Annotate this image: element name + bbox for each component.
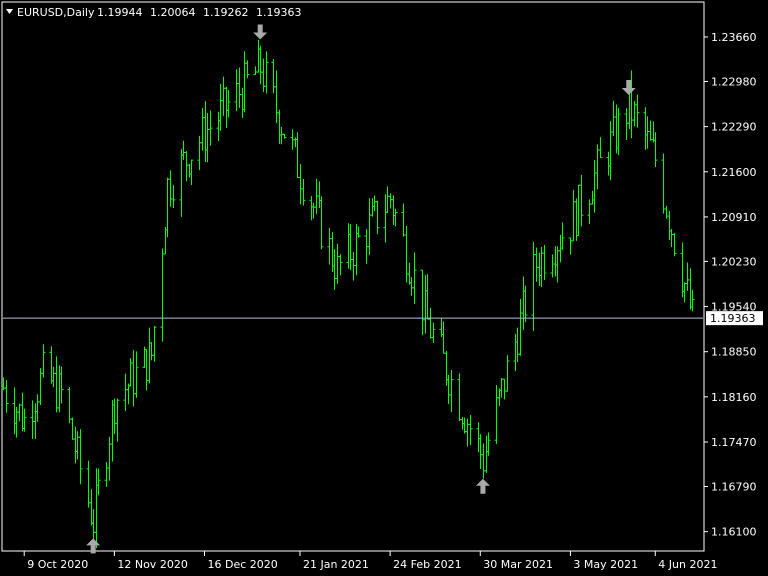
price-tick-label: 1.22980: [711, 75, 757, 88]
ohlc-open: 1.19944: [97, 6, 143, 19]
price-tick-label: 1.16100: [711, 526, 757, 539]
ohlc-close: 1.19363: [256, 6, 302, 19]
price-tick-label: 1.18160: [711, 391, 757, 404]
date-tick-label: 3 May 2021: [573, 558, 638, 571]
price-tick-label: 1.16790: [711, 480, 757, 493]
price-tick-label: 1.23660: [711, 31, 757, 44]
date-tick-label: 9 Oct 2020: [27, 558, 88, 571]
date-tick-label: 30 Mar 2021: [483, 558, 553, 571]
price-axis: 1.23660 1.22980 1.22290 1.21600 1.20910 1.202…: [704, 31, 757, 539]
bid-price-label: 1.19363: [706, 311, 763, 326]
date-tick-label: 21 Jan 2021: [303, 558, 369, 571]
chart-header: EURUSD,Daily 1.19944 1.20064 1.19262 1.1…: [6, 6, 302, 19]
date-tick-label: 12 Nov 2020: [117, 558, 187, 571]
price-tick-label: 1.21600: [711, 166, 757, 179]
symbol-timeframe: EURUSD,Daily: [17, 6, 95, 19]
price-tick-label: 1.20910: [711, 211, 757, 224]
date-tick-label: 16 Dec 2020: [208, 558, 278, 571]
time-axis: 9 Oct 2020 12 Nov 2020 16 Dec 2020 21 Jan 2…: [23, 551, 717, 571]
ohlc-high: 1.20064: [150, 6, 196, 19]
date-tick-label: 24 Feb 2021: [393, 558, 461, 571]
price-tick-label: 1.17470: [711, 436, 757, 449]
price-tick-label: 1.22290: [711, 121, 757, 134]
ohlc-low: 1.19262: [203, 6, 249, 19]
price-tick-label: 1.20230: [711, 255, 757, 268]
bid-price-text: 1.19363: [710, 312, 756, 325]
price-tick-label: 1.18850: [711, 346, 757, 359]
price-chart[interactable]: 1.23660 1.22980 1.22290 1.21600 1.20910 1.202…: [0, 0, 768, 576]
date-tick-label: 4 Jun 2021: [658, 558, 717, 571]
